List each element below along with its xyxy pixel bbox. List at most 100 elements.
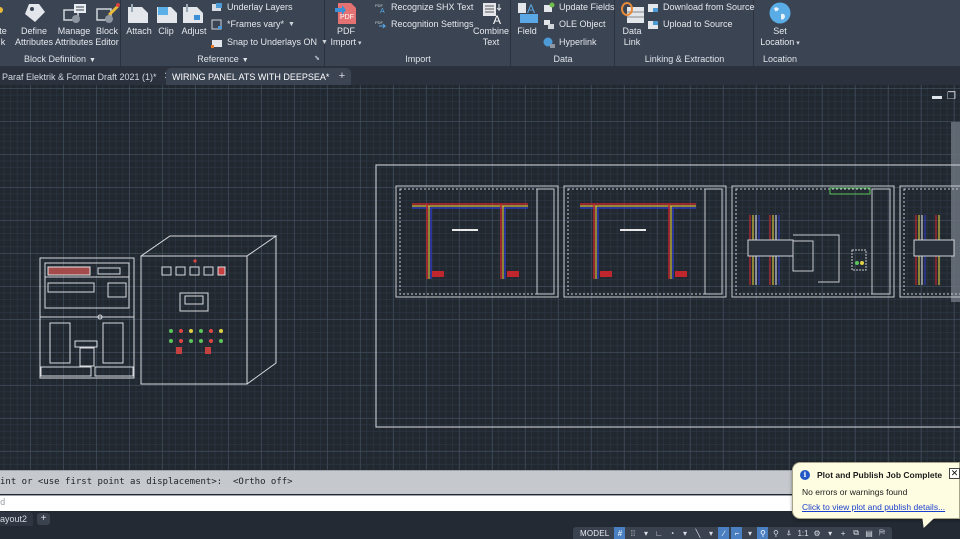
block-definition-panel-title[interactable]: Block Definition ▼ (0, 54, 120, 64)
download-from-source-button[interactable]: Download from Source (647, 0, 755, 14)
block-editor-button[interactable]: Block Editor (93, 2, 121, 48)
close-icon[interactable]: ✕ (949, 468, 960, 479)
layout-tab-layout2[interactable]: ayout2 (0, 512, 34, 526)
update-fields-icon (543, 2, 555, 13)
isolate-objects-icon[interactable]: ⧉ (851, 527, 862, 539)
create-block-button[interactable]: te k (0, 2, 10, 48)
polar-tracking-icon[interactable]: ◔ (666, 527, 677, 539)
auto-scale-icon[interactable]: ⚲ (770, 527, 781, 539)
info-icon: i (800, 470, 810, 480)
chevron-down-icon[interactable]: ▾ (679, 527, 690, 539)
upload-icon (647, 19, 659, 30)
field-button[interactable]: A Field (514, 2, 540, 37)
recognition-settings-button[interactable]: PDF Recognition Settings (375, 17, 474, 31)
clip-icon (155, 2, 181, 24)
update-fields-button[interactable]: Update Fields (543, 0, 615, 14)
tag-icon (21, 2, 47, 24)
adjust-button[interactable]: Adjust (180, 2, 208, 37)
frames-vary-label: *Frames vary* (227, 19, 285, 29)
model-space-button[interactable]: MODEL (577, 529, 612, 538)
update-fields-label: Update Fields (559, 2, 615, 12)
underlay-layers-button[interactable]: Underlay Layers (211, 0, 293, 14)
panel-front-layout (39, 257, 135, 379)
recognition-settings-icon: PDF (375, 19, 387, 30)
upload-to-source-button[interactable]: Upload to Source (647, 17, 733, 31)
cad-drawing (39, 164, 960, 428)
data-link-icon (619, 2, 645, 24)
dialog-launcher-icon[interactable]: ⬊ (314, 54, 320, 62)
adjust-icon (181, 2, 207, 24)
underlay-layers-icon (211, 2, 223, 13)
wiring-sheet-4 (899, 185, 960, 298)
isometric-drafting-icon[interactable]: ╲ (692, 527, 703, 539)
frame-icon (211, 19, 223, 30)
data-link-button[interactable]: Data Link (618, 2, 646, 48)
pdf-import-label-1: PDF (337, 26, 355, 36)
object-snap-icon[interactable]: ⌐ (731, 527, 743, 539)
notification-title: Plot and Publish Job Complete (817, 470, 943, 480)
add-layout-button[interactable]: + (37, 513, 50, 525)
create-block-label-2: k (0, 37, 6, 47)
panel-data: A Field Update Fields OLE Object Hyperli… (512, 0, 615, 66)
ole-object-button[interactable]: OLE Object (543, 17, 606, 31)
file-tab-paraf-elektrik[interactable]: Paraf Elektrik & Format Draft 2021 (1)* … (0, 68, 178, 85)
location-panel-title: Location (762, 54, 798, 64)
chevron-down-icon[interactable]: ▾ (705, 527, 716, 539)
frames-vary-dropdown[interactable]: *Frames vary* ▼ (211, 17, 295, 31)
ortho-icon[interactable]: ∟ (653, 527, 664, 539)
workspace-gear-icon[interactable]: ⚙ (812, 527, 823, 539)
chevron-down-icon[interactable]: ▾ (640, 527, 651, 539)
chevron-down-icon[interactable]: ▾ (825, 527, 836, 539)
chevron-down-icon: ▼ (241, 57, 249, 64)
new-tab-button[interactable]: + (335, 70, 349, 83)
snap-to-underlays-dropdown[interactable]: Snap to Underlays ON ▼ (211, 35, 328, 49)
file-tab-label: WIRING PANEL ATS WITH DEEPSEA* (172, 71, 330, 82)
reference-panel-title[interactable]: Reference ▼ (122, 54, 324, 64)
file-tab-label: Paraf Elektrik & Format Draft 2021 (1)* (2, 71, 157, 82)
wiring-sheet-3 (731, 185, 895, 298)
plot-status-icon[interactable]: ▤ (864, 527, 875, 539)
communication-center-icon[interactable]: ⛿ (877, 527, 888, 539)
annotation-scale-dropdown[interactable]: 1:1 (796, 527, 809, 539)
define-attributes-button[interactable]: Define Attributes (13, 2, 55, 48)
chevron-down-icon[interactable]: ▾ (744, 527, 755, 539)
combine-text-icon: A (478, 2, 504, 27)
annotation-visibility-icon[interactable]: ⚲ (757, 527, 769, 539)
define-attributes-label-1: Define (20, 26, 47, 36)
clip-button[interactable]: Clip (155, 2, 177, 37)
chevron-down-icon: ▾ (796, 40, 800, 47)
hyperlink-button[interactable]: Hyperlink (543, 35, 597, 49)
pdf-import-button[interactable]: PDF PDF Import ▾ (329, 2, 363, 49)
manage-attributes-button[interactable]: Manage Attributes (54, 2, 94, 48)
clip-label: Clip (158, 26, 174, 36)
grid-icon[interactable]: # (614, 527, 626, 539)
globe-link-icon (543, 37, 555, 48)
recognize-shx-text-button[interactable]: PDF A Recognize SHX Text (375, 0, 473, 15)
snap-mode-icon[interactable]: ⁞⁞ (627, 527, 638, 539)
set-location-label-1: Set (773, 26, 787, 36)
recognition-settings-label: Recognition Settings (391, 19, 474, 29)
panel-linking-extraction: Data Link Download from Source Upload to… (616, 0, 755, 66)
panel-block-definition: te k Define Attributes Manage Attributes (0, 0, 121, 66)
status-bar-toggles: MODEL # ⁞⁞ ▾ ∟ ◔ ▾ ╲ ▾ ∕ ⌐ ▾ ⚲ ⚲ ⍋ 1:1 ⚙… (573, 527, 892, 539)
block-editor-label-1: Block (95, 26, 118, 36)
plus-icon[interactable]: + (838, 527, 849, 539)
plot-details-link[interactable]: Click to view plot and publish details..… (802, 502, 945, 512)
command-input-placeholder: d (0, 498, 6, 508)
set-location-button[interactable]: Set Location ▾ (757, 2, 803, 49)
set-location-label-2: Location (760, 37, 795, 47)
attach-button[interactable]: Attach (125, 2, 153, 37)
annotation-scale-icon[interactable]: ⍋ (783, 527, 794, 539)
linking-extraction-panel-title: Linking & Extraction (644, 54, 725, 64)
file-tab-wiring-panel[interactable]: WIRING PANEL ATS WITH DEEPSEA* ✕ (166, 68, 351, 85)
object-snap-tracking-icon[interactable]: ∕ (718, 527, 730, 539)
file-tab-bar: Paraf Elektrik & Format Draft 2021 (1)* … (0, 66, 960, 85)
manage-attributes-label-1: Manage (57, 26, 91, 36)
snap-underlay-icon (211, 37, 223, 48)
svg-text:PDF: PDF (375, 20, 384, 25)
combine-text-button[interactable]: A Combine Text (472, 2, 510, 48)
autocad-window: te k Define Attributes Manage Attributes (0, 0, 960, 539)
drawing-canvas[interactable]: ▬ ❐ (0, 85, 960, 470)
data-panel-title: Data (553, 54, 573, 64)
recognize-shx-icon: PDF A (375, 2, 387, 15)
